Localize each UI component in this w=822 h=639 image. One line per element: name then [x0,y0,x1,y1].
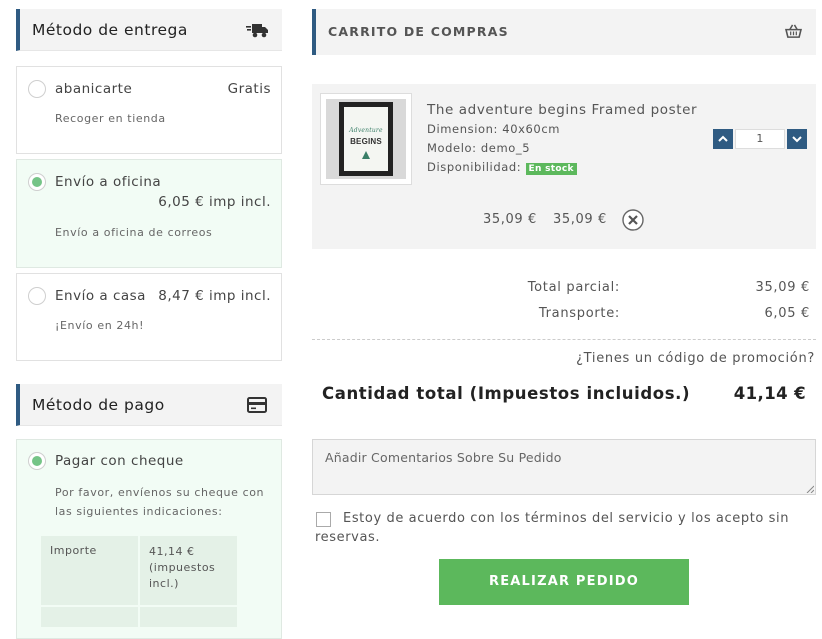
terms-label[interactable]: Estoy de acuerdo con los términos del se… [315,509,815,547]
basket-icon [785,24,802,38]
delivery-option-name: abanicarte [55,81,133,97]
payment-header: Método de pago [16,384,282,426]
cart-section: CARRITO DE COMPRAS [312,9,816,55]
cart-title: CARRITO DE COMPRAS [328,24,509,39]
delivery-option-oficina[interactable]: Envío a oficina 6,05 € imp incl. Envío a… [16,159,282,268]
cart-header: CARRITO DE COMPRAS [312,9,816,55]
product-model: Modelo: demo_5 [427,141,530,155]
delivery-option-name: Envío a oficina [55,174,162,190]
stock-badge: En stock [525,163,577,175]
delivery-radio-abanicarte[interactable] [28,80,46,98]
truck-icon [246,24,268,38]
dimension-label: Dimension: [427,122,499,136]
availability-label: Disponibilidad: [427,160,522,174]
product-dimension: Dimension: 40x60cm [427,122,560,136]
chevron-up-icon [718,135,728,142]
payment-amount-value: 41,14 € (impuestos incl.) [140,536,237,605]
subtotal-value: 35,09 € [755,280,810,295]
order-comments-textarea[interactable]: Añadir Comentarios Sobre Su Pedido [312,439,816,495]
payment-option-desc: Por favor, envíenos su cheque con las si… [55,486,265,518]
quantity-input[interactable]: 1 [735,129,785,149]
promo-code-link[interactable]: ¿Tienes un código de promoción? [576,351,815,366]
table-row [41,607,237,627]
line-total-price: 35,09 € [553,212,607,227]
chevron-down-icon [792,136,802,143]
grand-total-value: 41,14 € [733,384,806,403]
delivery-option-desc: Recoger en tienda [55,112,166,125]
product-name[interactable]: The adventure begins Framed poster [427,102,697,118]
delivery-option-price: Gratis [227,81,271,97]
resize-handle-icon[interactable] [806,485,814,493]
product-availability: Disponibilidad: En stock [427,160,577,175]
grand-total-label: Cantidad total (Impuestos incluidos.) [322,384,691,403]
delivery-option-price: 6,05 € imp incl. [158,194,271,210]
delivery-option-name: Envío a casa [55,288,146,304]
dimension-value: 40x60cm [502,122,561,136]
unit-price: 35,09 € [483,212,537,227]
quantity-increase-button[interactable] [713,129,733,149]
remove-item-icon[interactable] [622,209,644,231]
delivery-option-desc: Envío a oficina de correos [55,226,213,239]
cart-item: Adventure BEGINS The adventure begins Fr… [312,84,816,249]
payment-info-table: Importe 41,14 € (impuestos incl.) [39,534,239,629]
subtotal-label: Total parcial: [527,280,620,295]
delivery-option-casa[interactable]: Envío a casa 8,47 € imp incl. ¡Envío en … [16,273,282,361]
payment-radio-cheque[interactable] [28,452,46,470]
place-order-button[interactable]: REALIZAR PEDIDO [439,559,689,605]
quantity-stepper: 1 [713,129,807,149]
product-thumbnail[interactable]: Adventure BEGINS [320,93,412,185]
totals-divider [312,339,816,340]
delivery-radio-oficina[interactable] [28,173,46,191]
delivery-option-abanicarte[interactable]: abanicarte Gratis Recoger en tienda [16,66,282,154]
delivery-section: Método de entrega abanicarte Gratis Reco… [16,9,282,361]
quantity-decrease-button[interactable] [787,129,807,149]
table-row: Importe 41,14 € (impuestos incl.) [41,536,237,605]
delivery-title: Método de entrega [32,21,188,39]
poster-tree-icon [362,151,370,159]
poster-text-adventure: Adventure [349,127,383,134]
delivery-radio-casa[interactable] [28,287,46,305]
poster-text-begins: BEGINS [350,137,382,146]
payment-amount-label: Importe [41,536,138,605]
payment-title: Método de pago [32,396,165,414]
delivery-option-price: 8,47 € imp incl. [158,288,271,304]
shipping-label: Transporte: [538,306,620,321]
poster-frame: Adventure BEGINS [339,102,393,176]
model-label: Modelo: [427,141,477,155]
payment-option-name: Pagar con cheque [55,453,184,469]
model-value: demo_5 [480,141,531,155]
delivery-header: Método de entrega [16,9,282,51]
credit-card-icon [247,397,267,413]
delivery-option-desc: ¡Envío en 24h! [55,319,145,332]
shipping-value: 6,05 € [764,306,810,321]
